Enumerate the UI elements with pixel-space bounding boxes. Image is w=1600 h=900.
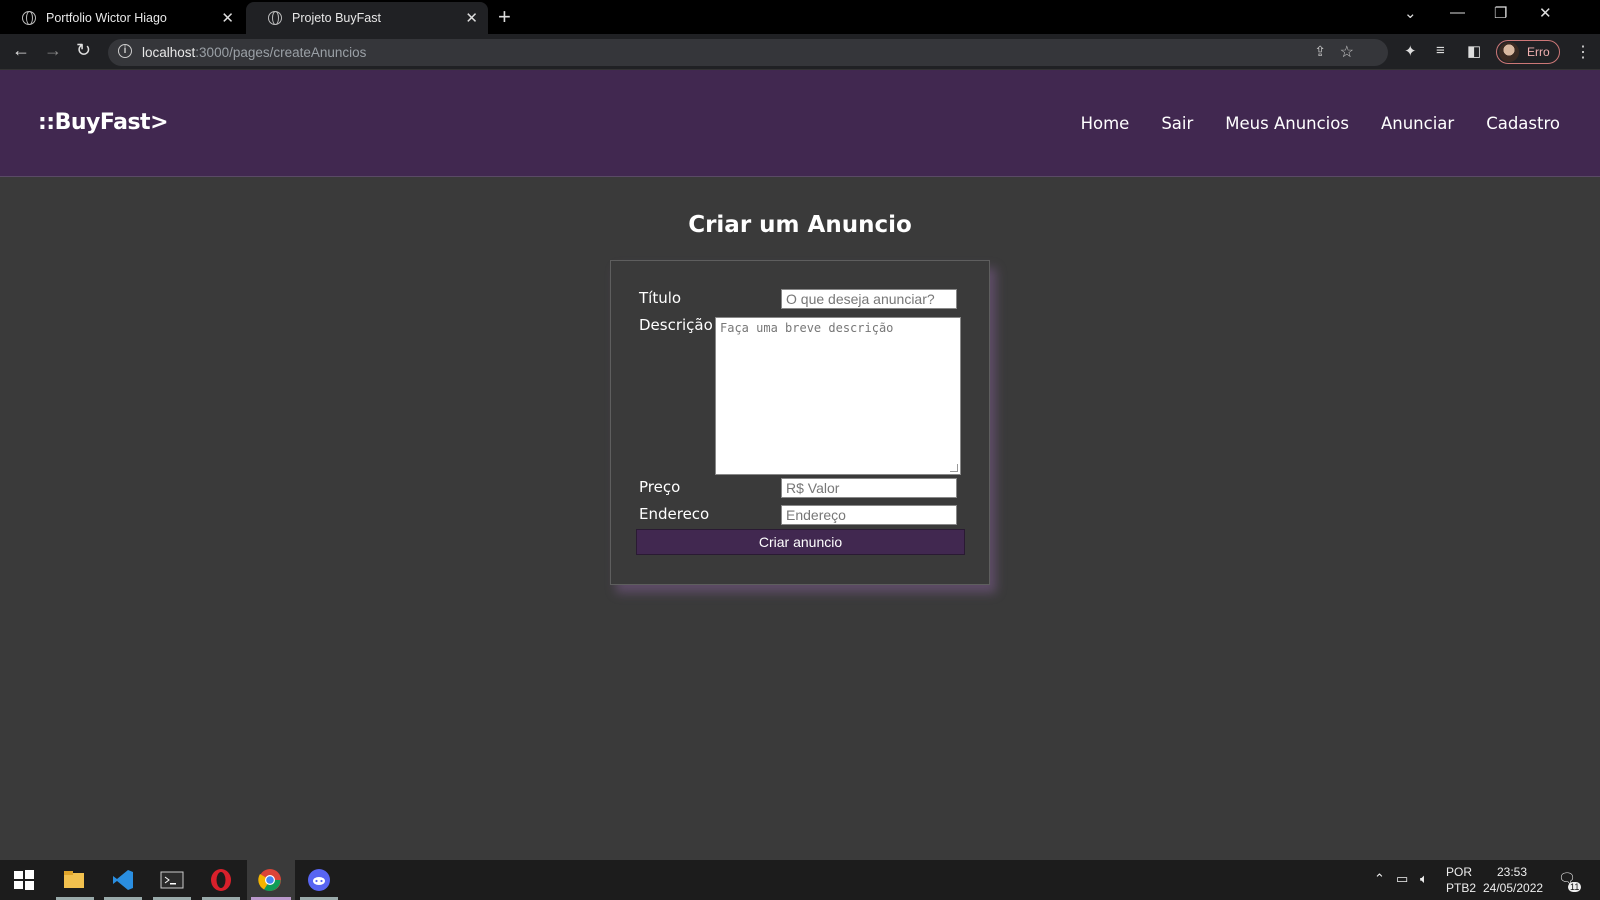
new-tab-icon[interactable]: +: [498, 4, 511, 30]
site-info-icon[interactable]: i: [118, 44, 132, 58]
descricao-textarea[interactable]: Faça uma breve descrição: [715, 317, 961, 475]
page-viewport: ::BuyFast> Home Sair Meus Anuncios Anunc…: [0, 70, 1600, 860]
profile-status: Erro: [1527, 45, 1550, 59]
avatar: [1499, 42, 1519, 62]
close-tab-icon[interactable]: ✕: [221, 9, 234, 27]
restore-icon[interactable]: ❐: [1494, 4, 1507, 22]
tab-buyfast[interactable]: Projeto BuyFast ✕: [246, 2, 488, 34]
nav-meus-anuncios[interactable]: Meus Anuncios: [1225, 114, 1349, 133]
opera-icon[interactable]: [209, 868, 233, 892]
chrome-icon[interactable]: [258, 868, 282, 892]
globe-icon: [22, 11, 36, 25]
network-icon[interactable]: ▭: [1396, 871, 1408, 887]
browser-tab-strip: Portfolio Wictor Hiago ✕ Projeto BuyFast…: [0, 0, 1600, 34]
volume-icon[interactable]: 🔈︎: [1420, 871, 1428, 887]
media-queue-icon[interactable]: ≡: [1436, 42, 1445, 59]
notification-badge: 11: [1568, 882, 1582, 892]
side-panel-icon[interactable]: ◧: [1467, 42, 1481, 60]
profile-button[interactable]: Erro: [1496, 40, 1560, 64]
discord-icon[interactable]: [307, 868, 331, 892]
tab-portfolio[interactable]: Portfolio Wictor Hiago ✕: [0, 2, 244, 34]
clock-time[interactable]: 23:53: [1497, 865, 1527, 879]
globe-icon: [268, 11, 282, 25]
preco-input[interactable]: R$ Valor: [781, 478, 957, 498]
reload-icon[interactable]: ↻: [76, 40, 91, 61]
nav-home[interactable]: Home: [1081, 114, 1130, 133]
keyboard-layout[interactable]: PTB2: [1446, 881, 1476, 895]
clock-date[interactable]: 24/05/2022: [1483, 881, 1543, 895]
nav-cadastro[interactable]: Cadastro: [1486, 114, 1560, 133]
close-window-icon[interactable]: ✕: [1539, 4, 1552, 22]
bookmark-star-icon[interactable]: ☆: [1340, 42, 1354, 62]
windows-start-icon[interactable]: [12, 868, 36, 892]
site-logo[interactable]: ::BuyFast>: [38, 110, 169, 135]
input-language[interactable]: POR: [1446, 865, 1472, 879]
endereco-label: Endereco: [639, 505, 710, 523]
back-icon[interactable]: ←: [12, 40, 30, 61]
close-tab-icon[interactable]: ✕: [465, 9, 478, 27]
minimize-icon[interactable]: —: [1450, 4, 1465, 21]
create-ad-form: Título O que deseja anunciar? Descrição …: [610, 260, 990, 585]
criar-anuncio-button[interactable]: Criar anuncio: [636, 529, 965, 555]
url-bar[interactable]: i localhost:3000/pages/createAnuncios ⇪ …: [108, 39, 1388, 66]
nav-sair[interactable]: Sair: [1161, 114, 1193, 133]
descricao-label: Descrição: [639, 316, 713, 334]
nav-anunciar[interactable]: Anunciar: [1381, 114, 1454, 133]
terminal-icon[interactable]: [160, 868, 184, 892]
page-title: Criar um Anuncio: [688, 212, 912, 238]
forward-icon[interactable]: →: [44, 40, 62, 61]
tab-title: Projeto BuyFast: [292, 11, 381, 25]
endereco-input[interactable]: Endereço: [781, 505, 957, 525]
share-icon[interactable]: ⇪: [1314, 43, 1326, 60]
tab-title: Portfolio Wictor Hiago: [46, 11, 167, 25]
site-nav: Home Sair Meus Anuncios Anunciar Cadastr…: [1081, 114, 1560, 133]
preco-label: Preço: [639, 478, 681, 496]
tab-search-icon[interactable]: ⌄: [1404, 4, 1417, 22]
extensions-icon[interactable]: ✦: [1404, 42, 1417, 60]
chevron-up-icon[interactable]: ⌃: [1374, 871, 1385, 887]
address-toolbar: ← → ↻ i localhost:3000/pages/createAnunc…: [0, 34, 1600, 70]
titulo-label: Título: [639, 289, 682, 307]
menu-icon[interactable]: ⋮: [1575, 42, 1591, 62]
windows-taskbar: ⌃ ▭ 🔈︎ POR PTB2 23:53 24/05/2022 🗨︎ 11: [0, 860, 1600, 900]
titulo-input[interactable]: O que deseja anunciar?: [781, 289, 957, 309]
file-explorer-icon[interactable]: [62, 868, 86, 892]
site-header: ::BuyFast> Home Sair Meus Anuncios Anunc…: [0, 70, 1600, 177]
vscode-icon[interactable]: [111, 868, 135, 892]
url-text[interactable]: localhost:3000/pages/createAnuncios: [142, 45, 366, 60]
